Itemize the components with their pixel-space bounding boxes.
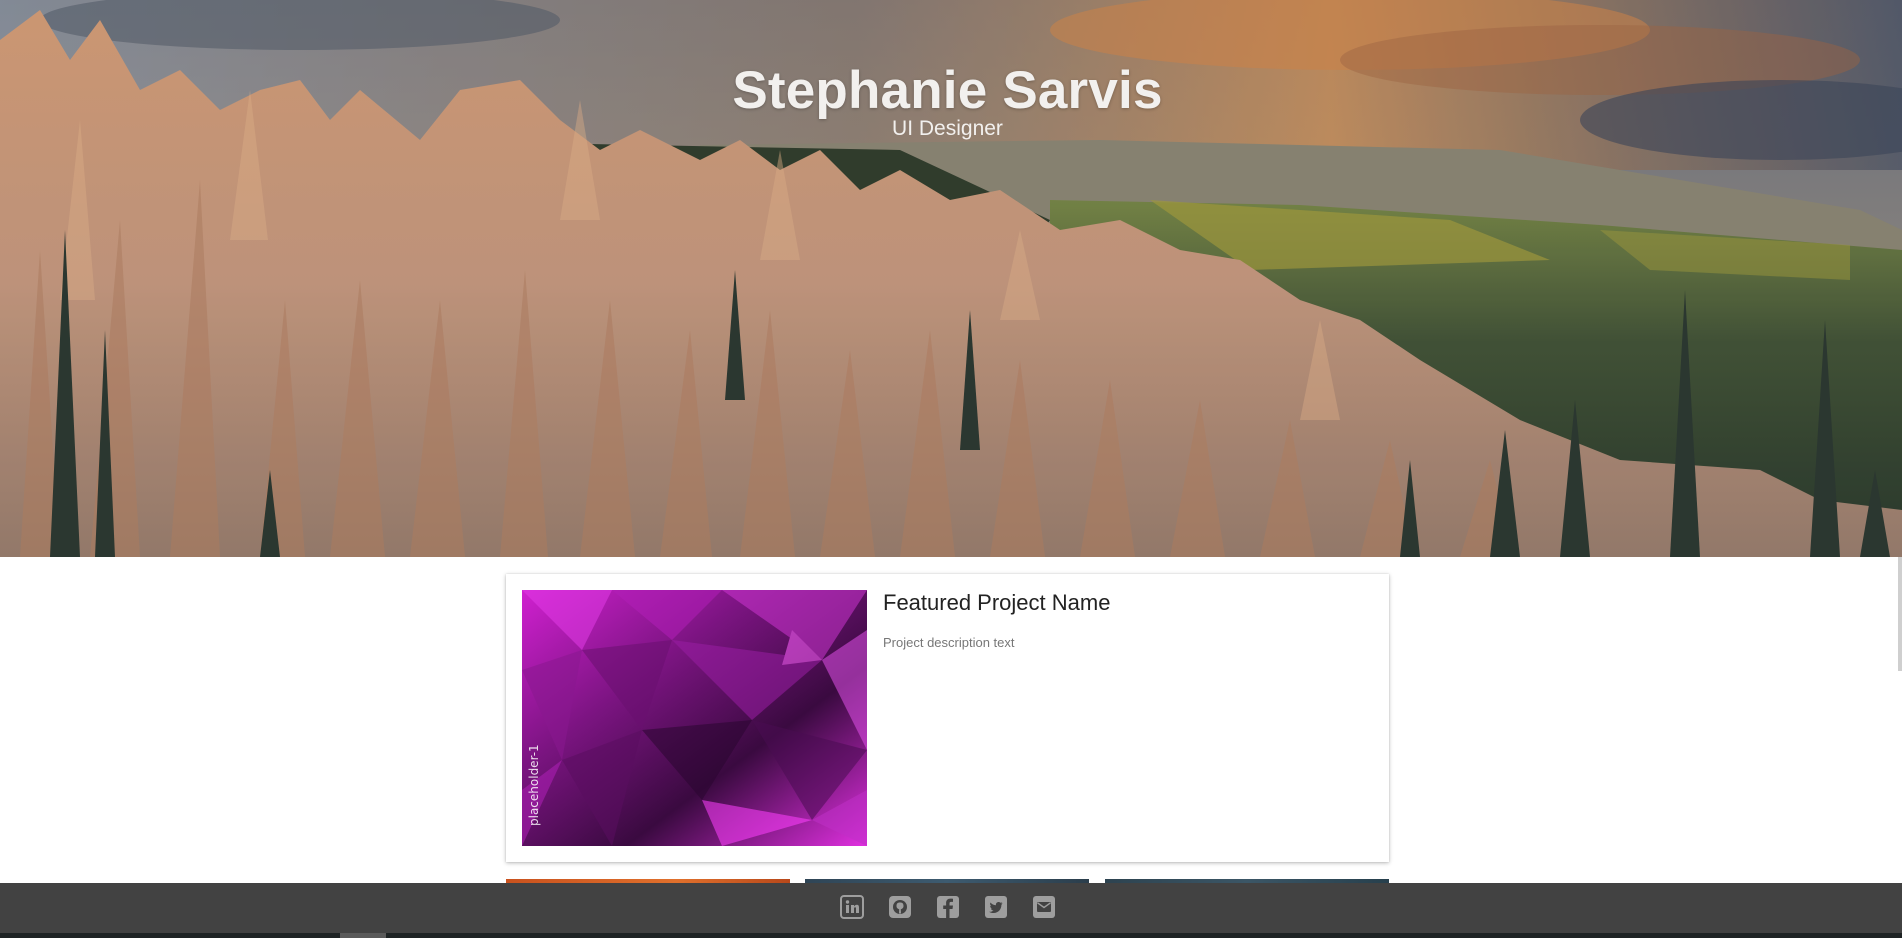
social-links: [0, 895, 1895, 919]
hero-banner: Stephanie Sarvis UI Designer: [0, 0, 1902, 557]
featured-project-description: Project description text: [883, 635, 1015, 650]
github-icon[interactable]: [888, 895, 912, 919]
twitter-icon[interactable]: [984, 895, 1008, 919]
bottom-strip: [0, 933, 1902, 938]
featured-project-image[interactable]: placeholder-1: [522, 590, 867, 846]
linkedin-icon[interactable]: [839, 895, 864, 919]
featured-project-card[interactable]: placeholder-1 Featured Project Name Proj…: [506, 574, 1389, 862]
facebook-icon[interactable]: [936, 895, 960, 919]
featured-project-title: Featured Project Name: [883, 590, 1111, 615]
scrollbar[interactable]: [1898, 557, 1902, 671]
placeholder-image: [522, 590, 867, 846]
footer: [0, 883, 1902, 933]
email-icon[interactable]: [1032, 895, 1056, 919]
placeholder-label: placeholder-1: [527, 744, 541, 826]
hero-subtitle: UI Designer: [892, 117, 1003, 140]
hero-title: Stephanie Sarvis: [732, 60, 1163, 120]
